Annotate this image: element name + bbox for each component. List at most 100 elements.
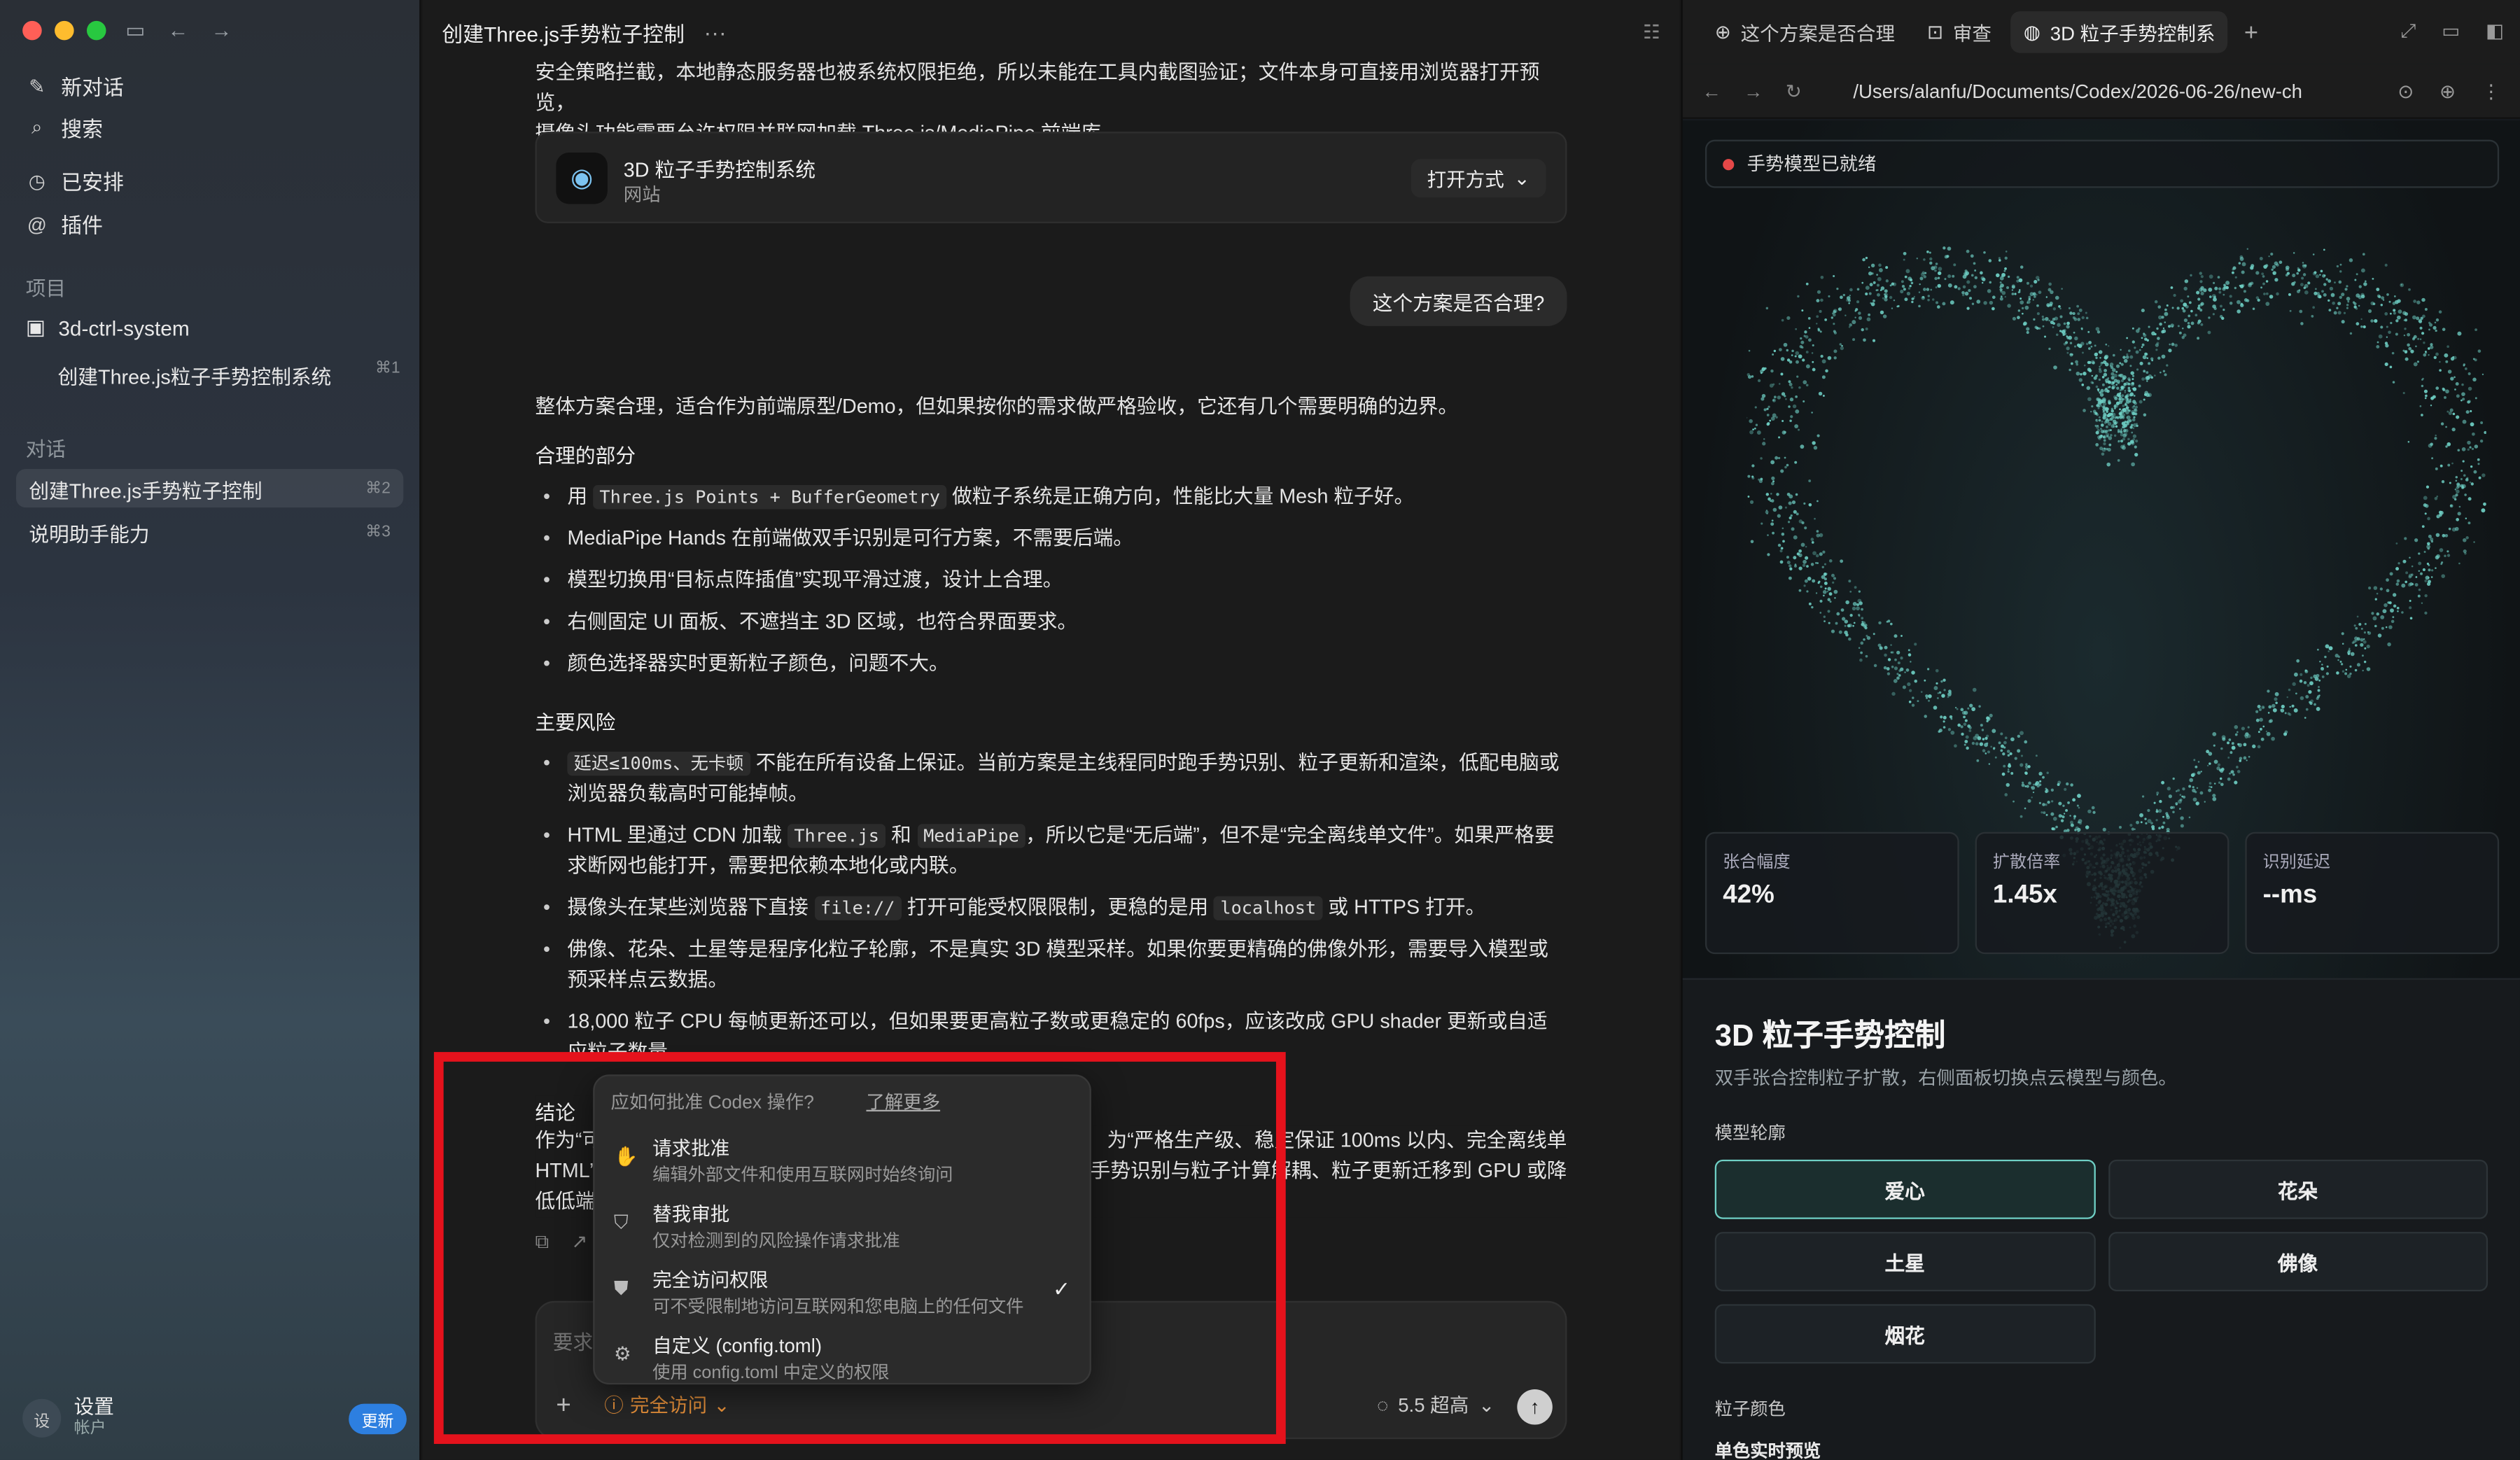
particle xyxy=(1890,651,1893,654)
copy-icon[interactable]: ⧉ xyxy=(536,1230,550,1254)
particle xyxy=(2236,766,2239,768)
project-item[interactable]: ▣ 3d-ctrl-system xyxy=(26,315,190,341)
add-attachment-icon[interactable]: + xyxy=(556,1393,570,1422)
particle xyxy=(1846,299,1849,302)
particle xyxy=(2477,463,2480,465)
particle xyxy=(2426,485,2430,489)
particle xyxy=(2336,265,2339,268)
particle xyxy=(2085,311,2087,314)
browser-tab-active[interactable]: ◍ 3D 粒子手势控制系 xyxy=(2010,11,2228,53)
particle xyxy=(1976,300,1981,304)
share-icon[interactable]: ↗ xyxy=(571,1230,587,1254)
sidebar-toggle-icon[interactable]: ▭ xyxy=(125,17,145,43)
particle xyxy=(2178,331,2182,335)
update-badge[interactable]: 更新 xyxy=(349,1403,407,1434)
particle xyxy=(2187,295,2190,298)
layout-icon[interactable]: ▭ xyxy=(2442,20,2460,43)
particle xyxy=(1973,262,1976,265)
open-with-button[interactable]: 打开方式 ⌄ xyxy=(1410,159,1546,198)
browser-tab[interactable]: ⊕ 这个方案是否合理 xyxy=(1702,11,1907,53)
back-arrow-icon[interactable]: ← xyxy=(167,17,188,43)
particle xyxy=(1810,563,1814,566)
particle xyxy=(2132,374,2135,377)
particle xyxy=(1819,552,1823,556)
particle xyxy=(2354,279,2357,281)
conversation-item[interactable]: 创建Three.js手势粒子控制 ⌘2 xyxy=(15,469,404,508)
browser-tab[interactable]: ⊡ 审查 xyxy=(1914,11,2005,53)
close-window-button[interactable] xyxy=(22,20,42,41)
particle xyxy=(1762,442,1766,446)
minimize-window-button[interactable] xyxy=(55,20,74,41)
scheduled-button[interactable]: ◷ 已安排 xyxy=(26,165,124,196)
shape-button-flower[interactable]: 花朵 xyxy=(2108,1159,2488,1219)
more-options-icon[interactable]: ⋮ xyxy=(2482,80,2501,102)
particle xyxy=(1821,375,1826,379)
learn-more-link[interactable]: 了解更多 xyxy=(866,1089,940,1115)
approval-option-auto-review[interactable]: ⛉ 替我审批 仅对检测到的风险操作请求批准 xyxy=(594,1195,1089,1261)
particle xyxy=(2036,276,2040,280)
particle xyxy=(2153,801,2156,804)
approval-option-custom[interactable]: ⚙ 自定义 (config.toml) 使用 config.toml 中定义的权… xyxy=(594,1327,1089,1393)
settings-account[interactable]: 设 设置 帐户 更新 xyxy=(22,1396,407,1440)
particle xyxy=(2038,771,2043,776)
maximize-window-button[interactable] xyxy=(86,20,106,41)
particle xyxy=(2348,647,2351,650)
particle xyxy=(1924,715,1927,718)
approval-option-request[interactable]: ✋ 请求批准 编辑外部文件和使用互联网时始终询问 xyxy=(594,1129,1089,1195)
particle xyxy=(1907,287,1911,290)
more-options-icon[interactable]: ··· xyxy=(704,20,727,45)
list-icon[interactable]: ☷ xyxy=(1643,21,1660,43)
add-icon[interactable]: ⊕ xyxy=(2440,80,2456,102)
particle xyxy=(1946,255,1949,258)
search-button[interactable]: ⌕ 搜索 xyxy=(26,113,103,143)
particle xyxy=(1805,282,1809,286)
particle xyxy=(2204,801,2206,803)
particle xyxy=(2051,827,2054,831)
particle xyxy=(2107,386,2110,388)
particle xyxy=(1749,500,1754,504)
new-tab-icon[interactable]: + xyxy=(2244,18,2258,45)
access-mode-button[interactable]: ⓘ 完全访问 ⌄ xyxy=(604,1391,729,1418)
particle xyxy=(1813,446,1818,450)
shape-button-heart[interactable]: 爱心 xyxy=(1714,1159,2095,1219)
particle xyxy=(2127,437,2130,441)
expand-icon[interactable]: ⤢ xyxy=(2400,20,2416,43)
particle xyxy=(2222,293,2225,296)
approval-option-full-access[interactable]: ⛊ 完全访问权限 可不受限制地访问互联网和您电脑上的任何文件 ✓ xyxy=(594,1261,1089,1326)
particle xyxy=(2095,443,2099,447)
forward-arrow-icon[interactable]: → xyxy=(1744,80,1763,102)
particle xyxy=(2395,332,2398,336)
shape-button-fireworks[interactable]: 烟花 xyxy=(1714,1304,2095,1364)
shape-button-saturn[interactable]: 土星 xyxy=(1714,1232,2095,1292)
status-text: 手势模型已就绪 xyxy=(1746,155,1877,176)
particle xyxy=(2285,274,2288,277)
project-thread-item[interactable]: 创建Three.js粒子手势控制系统 ⌘1 xyxy=(58,360,400,391)
plugins-button[interactable]: @ 插件 xyxy=(26,209,103,239)
chat-header: 创建Three.js手势粒子控制 ··· ☷ xyxy=(423,0,1679,64)
particle xyxy=(2161,825,2164,829)
reload-icon[interactable]: ↻ xyxy=(1786,80,1802,102)
particle xyxy=(2382,299,2385,301)
new-chat-button[interactable]: ✎ 新对话 xyxy=(26,71,124,101)
shape-button-buddha[interactable]: 佛像 xyxy=(2108,1232,2488,1292)
particle xyxy=(2463,363,2466,366)
particle xyxy=(2363,660,2367,664)
particle xyxy=(2181,307,2185,310)
send-button[interactable]: ↑ xyxy=(1517,1389,1553,1425)
panel-toggle-icon[interactable]: ◧ xyxy=(2486,20,2504,43)
particle xyxy=(1791,349,1794,353)
website-card[interactable]: ◉ 3D 粒子手势控制系统 网站 打开方式 ⌄ xyxy=(535,132,1567,223)
particle xyxy=(2255,710,2259,713)
back-arrow-icon[interactable]: ← xyxy=(1702,80,1721,102)
model-selector[interactable]: ◌ 5.5 超高 ⌄ xyxy=(1377,1391,1494,1418)
particle xyxy=(2234,725,2239,729)
forward-arrow-icon[interactable]: → xyxy=(211,17,232,43)
option-title: 请求批准 xyxy=(652,1137,730,1160)
conversation-item[interactable]: 说明助手能力 ⌘3 xyxy=(16,512,403,551)
url-text[interactable]: /Users/alanfu/Documents/Codex/2026-06-26… xyxy=(1853,80,2319,102)
particle xyxy=(1961,732,1964,736)
screenshot-icon[interactable]: ⊙ xyxy=(2398,80,2414,102)
particle xyxy=(2066,336,2070,339)
particle xyxy=(1824,587,1827,590)
particle xyxy=(2129,824,2133,827)
